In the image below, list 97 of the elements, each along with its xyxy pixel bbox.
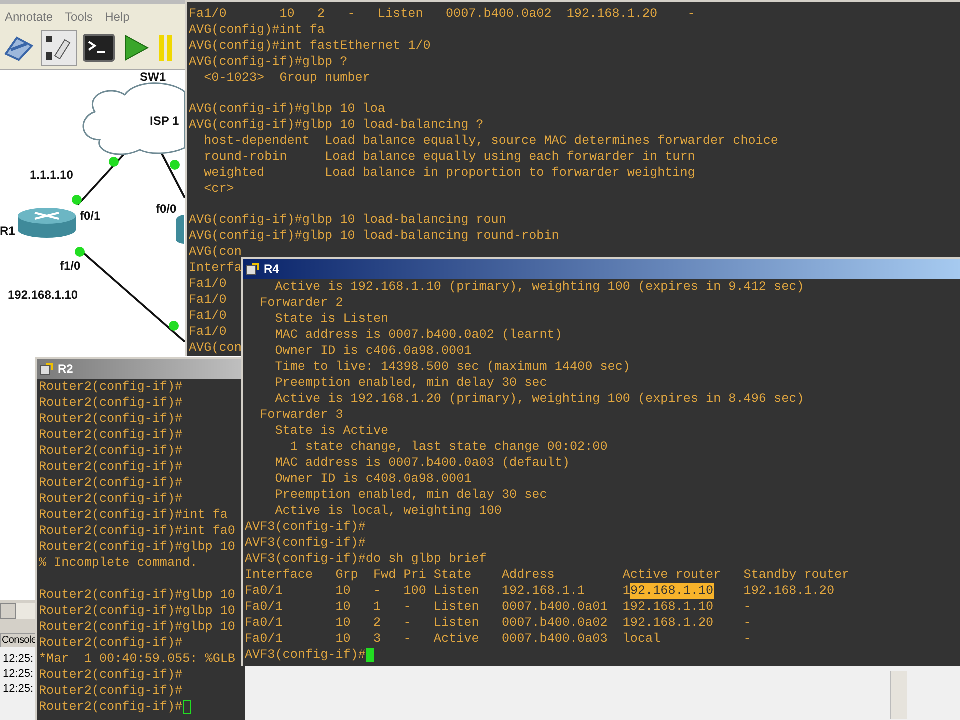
topology-label: ISP 1	[150, 114, 180, 128]
router-icon[interactable]	[18, 208, 76, 238]
terminal-window-icon	[246, 262, 260, 276]
terminal-line: Router2(config-if)#	[39, 459, 183, 475]
terminal-line: Interface Grp Fwd Pri State Address Active router Standby router	[245, 567, 850, 583]
terminal-line: MAC address is 0007.b400.0a02 (learnt)	[274, 327, 562, 343]
selected-text: 92.168.1.10	[630, 583, 714, 599]
terminal-line: Router2(config-if)#glbp 10	[39, 539, 236, 555]
terminal-line: MAC address is 0007.b400.0a03 (default)	[274, 455, 570, 471]
terminal-line: Active is 192.168.1.20 (primary), weighting 100 (expires in 8.496 sec)	[274, 391, 804, 407]
terminal-line: % Incomplete command.	[39, 555, 198, 571]
port-dot	[169, 321, 179, 331]
scroll-left-button[interactable]	[0, 603, 16, 619]
topology-label: f1/0	[60, 259, 81, 273]
terminal-line: Router2(config-if)#	[39, 443, 183, 459]
window-title: R4	[264, 262, 280, 276]
terminal-line: Router2(config-if)#	[39, 635, 183, 651]
terminal-line: Router2(config-if)#glbp 10	[39, 587, 236, 603]
terminal-line: Router2(config-if)#	[39, 395, 183, 411]
port-dot	[72, 195, 82, 205]
terminal-line: Fa1/0	[189, 308, 227, 324]
topology-label: f0/1	[80, 209, 101, 223]
terminal-line: AVF3(config-if)#do sh glbp brief	[245, 551, 487, 567]
terminal-line: Time to live: 14398.500 sec (maximum 14400 sec)	[274, 359, 630, 375]
router-icon[interactable]	[176, 215, 184, 244]
terminal-line: Router2(config-if)#int fa	[39, 507, 228, 523]
topology-label: SW1	[140, 70, 166, 84]
terminal-line: Preemption enabled, min delay 30 sec	[274, 487, 548, 503]
terminal-line: Fa1/0	[189, 276, 227, 292]
terminal-line: *Mar 1 00:40:59.055: %GLB	[39, 651, 236, 667]
terminal-line: Router2(config-if)#	[39, 699, 183, 715]
terminal-line: AVG(config-if)#glbp 10 loa	[189, 101, 386, 117]
terminal-line: AVG(config-if)#glbp 10 load-balancing ?	[189, 117, 484, 133]
log-line: 12:25:	[3, 668, 34, 681]
terminal-line: Forwarder 3	[259, 407, 344, 423]
cloud-icon[interactable]	[82, 82, 186, 156]
terminal-line: Router2(config-if)#	[39, 427, 183, 443]
menu-item[interactable]: Annotate	[5, 10, 54, 24]
terminal-line: Forwarder 2	[259, 295, 344, 311]
terminal-line: Router2(config-if)#glbp 10	[39, 619, 236, 635]
terminal-line: AVG(config)#int fa	[189, 22, 326, 38]
log-line: 12:25:	[3, 653, 34, 666]
terminal-line: <0-1023> Group number	[203, 70, 370, 86]
terminal-text: 192.168.1.20	[742, 583, 834, 599]
terminal-line: State is Listen	[274, 311, 389, 327]
menu-item[interactable]: Help	[105, 10, 130, 24]
port-dot	[170, 160, 180, 170]
terminal-line: Fa1/0	[189, 324, 227, 340]
terminal-line: Active is 192.168.1.10 (primary), weighting 100 (expires in 9.412 sec)	[274, 279, 804, 295]
topology-label: 1.1.1.10	[30, 168, 74, 182]
port-dot	[75, 247, 85, 257]
terminal-line: AVG(con	[189, 244, 242, 260]
terminal-line: Preemption enabled, min delay 30 sec	[274, 375, 548, 391]
topology-label: f0/0	[156, 202, 177, 216]
scrollbar[interactable]	[890, 671, 907, 719]
terminal-line: <cr>	[203, 181, 234, 197]
terminal-line: Fa0/1 10 3 - Active 0007.b400.0a03 local -	[245, 631, 752, 647]
terminal-line: AVF3(config-if)#	[245, 535, 366, 551]
pen-icon[interactable]	[41, 30, 77, 66]
terminal-line: Router2(config-if)#	[39, 379, 183, 395]
terminal-line: round-robin Load balance equally using each forwarder in turn	[203, 149, 696, 165]
terminal-line: AVF3(config-if)#	[245, 647, 366, 663]
terminal-line: Fa1/0	[189, 292, 227, 308]
terminal-line: Router2(config-if)#	[39, 491, 183, 507]
terminal-line: Router2(config-if)#	[39, 411, 183, 427]
terminal-line: AVG(config)#int fastEthernet 1/0	[189, 38, 431, 54]
terminal-line: Router2(config-if)#	[39, 667, 183, 683]
terminal-line: Owner ID is c406.0a98.0001	[274, 343, 472, 359]
title-bar[interactable]: R4	[243, 259, 960, 279]
terminal-line: Fa0/1 10 1 - Listen 0007.b400.0a01 192.168.1.10 -	[245, 599, 752, 615]
terminal-line: 1 state change, last state change 00:02:00	[289, 439, 608, 455]
terminal-line: Fa0/1 10 2 - Listen 0007.b400.0a02 192.168.1.20 -	[245, 615, 752, 631]
terminal-text: Fa0/1 10 - 100 Listen 192.168.1.1 1	[245, 583, 630, 599]
terminal-line: AVG(config-if)#glbp 10 load-balancing roun	[189, 212, 506, 228]
log-line: 12:25:	[3, 683, 34, 696]
terminal-line: weighted Load balance in proportion to forwarder weighting	[203, 165, 696, 181]
terminal-line: Router2(config-if)#glbp 10	[39, 603, 236, 619]
terminal-line: State is Active	[274, 423, 389, 439]
port-dot	[109, 157, 119, 167]
terminal-line: AVF3(config-if)#	[245, 519, 366, 535]
topology-label: 192.168.1.10	[8, 288, 78, 302]
terminal-line: AVG(con	[189, 340, 242, 356]
terminal-line: Interfa	[189, 260, 242, 276]
topology-label: R1	[0, 224, 16, 238]
terminal-line: AVG(config-if)#glbp 10 load-balancing round-robin	[189, 228, 560, 244]
terminal-line: Router2(config-if)#int fa0	[39, 523, 236, 539]
terminal-window-icon	[40, 362, 54, 376]
terminal-line: host-dependent Load balance equally, source MAC determines forwarder choice	[203, 133, 778, 149]
terminal-line: Router2(config-if)#	[39, 683, 183, 699]
terminal-line: Active is local, weighting 100	[274, 503, 502, 519]
terminal-icon[interactable]	[83, 34, 115, 62]
terminal-line: Router2(config-if)#	[39, 475, 183, 491]
window-title: R2	[58, 362, 74, 376]
menu-item[interactable]: Tools	[65, 10, 94, 24]
terminal-line: AVG(config-if)#glbp ?	[189, 54, 348, 70]
terminal-line: Owner ID is c408.0a98.0001	[274, 471, 472, 487]
terminal-line: Fa1/0 10 2 - Listen 0007.b400.0a02 192.168.1.20 -	[189, 6, 696, 22]
